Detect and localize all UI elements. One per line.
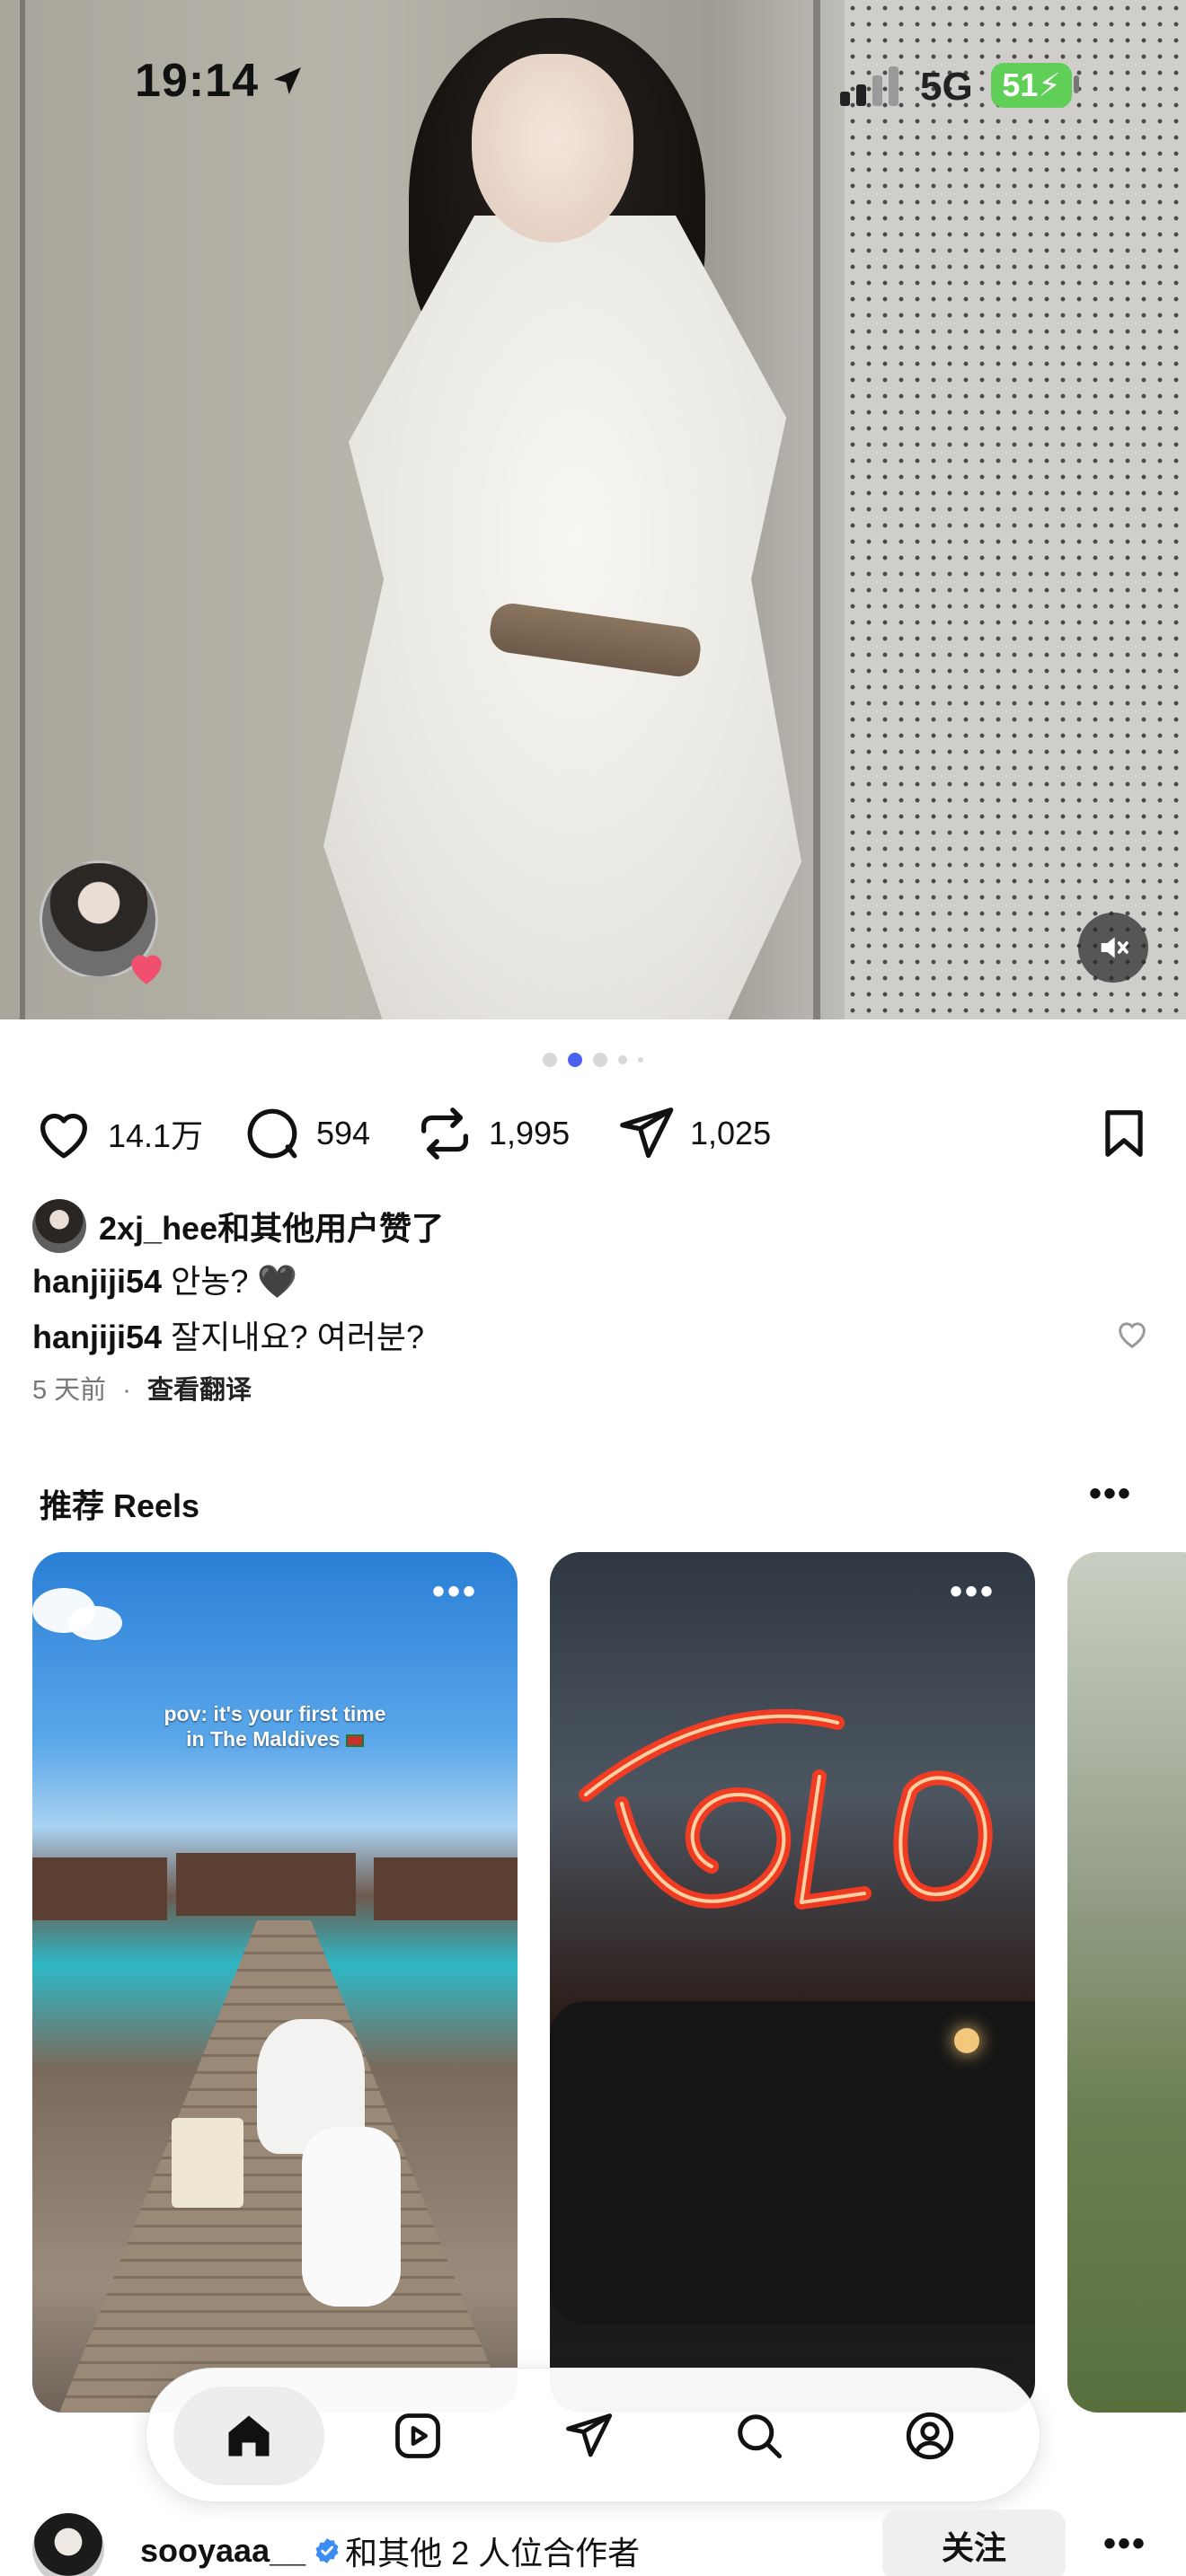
nav-profile[interactable]	[854, 2386, 1005, 2485]
signal-icon	[840, 66, 898, 106]
water-villa	[374, 1857, 518, 1920]
comment-like-icon[interactable]	[1114, 1316, 1150, 1352]
reels-icon	[395, 2413, 440, 2458]
cloud	[68, 1606, 122, 1640]
speaker-muted-icon	[1101, 937, 1128, 958]
nav-search[interactable]	[684, 2386, 835, 2485]
caption-username[interactable]: hanjiji54	[32, 1263, 162, 1300]
liked-by-text: 2xj_hee和其他用户赞了	[99, 1203, 444, 1249]
bookmark-icon	[1105, 1110, 1143, 1157]
share-count: 1,025	[690, 1115, 772, 1151]
post-time: 5 天前	[32, 1376, 107, 1405]
flag-icon	[345, 1734, 364, 1747]
save-button[interactable]	[1093, 1098, 1155, 1169]
network-type: 5G	[920, 65, 973, 109]
wooden-pier	[59, 1920, 509, 2413]
liked-by-suffix: 和其他用户赞了	[217, 1210, 445, 1247]
charging-bolt-icon: ⚡	[1038, 66, 1061, 103]
post-meta: 5 天前 · 查看翻译	[32, 1369, 252, 1407]
comment-icon	[247, 1108, 297, 1159]
heart-icon	[40, 1113, 87, 1159]
next-post-avatar[interactable]	[32, 2513, 104, 2576]
carousel-dot	[638, 1057, 643, 1063]
status-time: 19:14	[135, 55, 259, 107]
nav-reels[interactable]	[342, 2386, 493, 2485]
mute-button[interactable]	[1078, 913, 1148, 983]
comment-count: 594	[316, 1115, 371, 1151]
next-post-username[interactable]: sooyaaa__	[140, 2532, 305, 2570]
profile-icon	[906, 2412, 954, 2460]
liked-by[interactable]: 2xj_hee和其他用户赞了	[32, 1198, 444, 1254]
reel-card[interactable]	[1067, 1552, 1186, 2413]
post-actions: 14.1万 594 1,995 1,025	[32, 1098, 1155, 1169]
comment-username[interactable]: hanjiji54	[32, 1319, 162, 1355]
caption[interactable]: hanjiji54 안농? 🖤	[32, 1256, 297, 1302]
nav-direct[interactable]	[513, 2386, 664, 2485]
reel-caption-line: pov: it's your first time	[164, 1702, 386, 1725]
verified-badge-icon	[315, 2538, 339, 2563]
battery-cap	[1074, 75, 1079, 93]
search-icon	[738, 2414, 782, 2458]
next-post-header: sooyaaa__ 和其他 2 人位合作者 关注 •••	[0, 2506, 1186, 2576]
reel-card[interactable]: •••	[550, 1552, 1035, 2413]
location-arrow-icon	[274, 67, 301, 94]
meta-separator: ·	[122, 1376, 131, 1405]
send-icon	[620, 1107, 674, 1159]
bottom-navigation	[146, 2368, 1040, 2502]
comment-button[interactable]: 594	[241, 1098, 370, 1169]
collaborators-text[interactable]: 和其他 2 人位合作者	[345, 2527, 640, 2574]
repost-count: 1,995	[489, 1115, 571, 1151]
carousel-dot	[618, 1055, 627, 1064]
suggested-reels-title: 推荐 Reels	[40, 1487, 200, 1524]
camera-light	[954, 2028, 979, 2053]
like-button[interactable]: 14.1万	[32, 1098, 203, 1169]
status-bar: 19:14 5G 51⚡	[0, 0, 1186, 171]
reel-more-button[interactable]: •••	[432, 1572, 478, 1612]
send-icon	[566, 2413, 613, 2457]
water-villa	[32, 1857, 167, 1920]
neon-sign	[579, 1708, 993, 1910]
comment-preview[interactable]: hanjiji54 잘지내요? 여러분?	[32, 1311, 424, 1358]
suggested-reels-more-button[interactable]: •••	[1089, 1476, 1136, 1520]
comment-text: 잘지내요? 여러분?	[171, 1319, 424, 1355]
tote-bag	[172, 2118, 243, 2208]
share-button[interactable]: 1,025	[615, 1098, 771, 1169]
battery-level: 51	[1002, 66, 1039, 103]
liker-username[interactable]: 2xj_hee	[99, 1210, 217, 1247]
home-icon	[228, 2415, 270, 2457]
reel-more-button[interactable]: •••	[950, 1572, 996, 1612]
caption-text: 안농? 🖤	[171, 1263, 298, 1300]
carousel-indicator	[0, 1053, 1186, 1067]
liker-avatar	[32, 1199, 86, 1253]
carousel-dot	[593, 1053, 607, 1067]
follow-button[interactable]: 关注	[882, 2510, 1066, 2576]
repost-button[interactable]: 1,995	[413, 1098, 570, 1169]
reel-card[interactable]: ••• pov: it's your first time in The Mal…	[32, 1552, 518, 2413]
reel-caption: pov: it's your first time in The Maldive…	[32, 1701, 518, 1751]
next-post-more-button[interactable]: •••	[1103, 2524, 1146, 2564]
nav-home[interactable]	[173, 2386, 324, 2485]
carousel-dot	[543, 1053, 557, 1067]
battery-indicator: 51⚡	[991, 63, 1072, 108]
repost-icon	[421, 1107, 468, 1160]
scooter	[302, 2127, 401, 2307]
water-villa	[176, 1853, 356, 1916]
next-post-author[interactable]: sooyaaa__ 和其他 2 人位合作者	[140, 2527, 640, 2574]
see-translation-link[interactable]: 查看翻译	[147, 1376, 252, 1405]
heart-badge-icon	[131, 955, 162, 984]
like-count: 14.1万	[108, 1117, 204, 1154]
carousel-dot-active	[568, 1053, 582, 1067]
reel-caption-line: in The Maldives	[186, 1727, 341, 1751]
